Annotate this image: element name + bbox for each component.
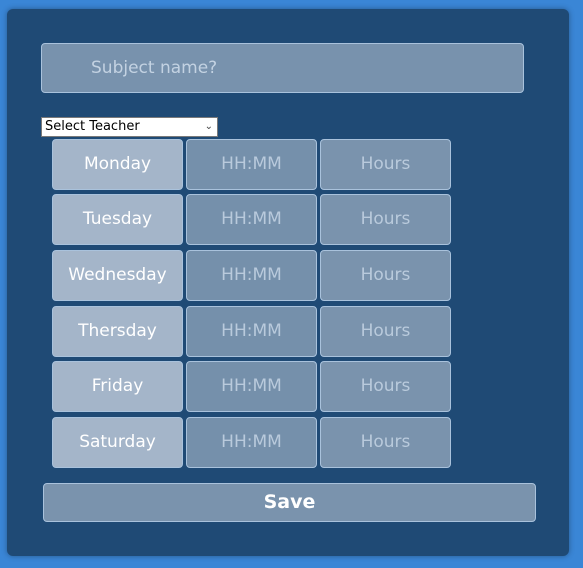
time-input[interactable]: HH:MM: [186, 306, 317, 357]
day-label: Thersday: [52, 306, 183, 357]
day-label: Tuesday: [52, 194, 183, 245]
hours-input[interactable]: Hours: [320, 417, 451, 468]
time-input[interactable]: HH:MM: [186, 139, 317, 190]
day-label: Monday: [52, 139, 183, 190]
time-input[interactable]: HH:MM: [186, 250, 317, 301]
day-label: Wednesday: [52, 250, 183, 301]
time-input[interactable]: HH:MM: [186, 361, 317, 412]
day-label: Saturday: [52, 417, 183, 468]
time-input[interactable]: HH:MM: [186, 417, 317, 468]
time-input[interactable]: HH:MM: [186, 194, 317, 245]
hours-input[interactable]: Hours: [320, 361, 451, 412]
subject-name-input[interactable]: [41, 43, 524, 93]
hours-input[interactable]: Hours: [320, 194, 451, 245]
save-button[interactable]: Save: [43, 483, 536, 522]
teacher-select-value: Select Teacher: [45, 119, 140, 134]
chevron-down-icon: ⌄: [204, 121, 213, 132]
day-label: Friday: [52, 361, 183, 412]
hours-input[interactable]: Hours: [320, 250, 451, 301]
hours-input[interactable]: Hours: [320, 306, 451, 357]
teacher-select[interactable]: Select Teacher ⌄: [41, 117, 218, 137]
hours-input[interactable]: Hours: [320, 139, 451, 190]
